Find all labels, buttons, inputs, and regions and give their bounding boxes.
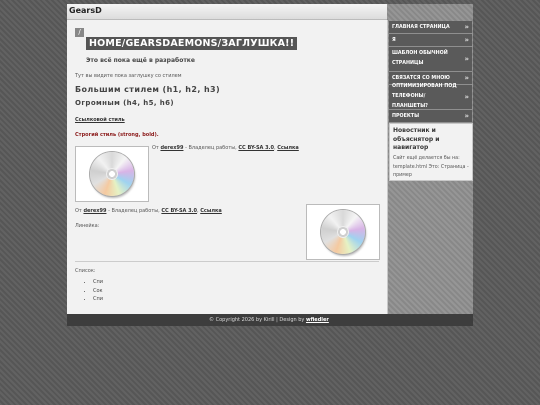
footer: © Copyright 2026 by Kirill | Design by w… [67, 314, 473, 326]
image-credit-2: От derex99 - Владелец работы, CC BY-SA 3… [75, 208, 222, 214]
list-item: Спи [93, 278, 103, 287]
breadcrumb-icon[interactable]: / [75, 28, 84, 37]
credit-middle: - Владелец работы, [185, 145, 237, 151]
cd-image-2[interactable] [306, 204, 380, 260]
cd-disc-icon [321, 210, 365, 254]
menu-item-projects[interactable]: ПРОЕКТЫ » [389, 110, 472, 123]
credit-prefix: От [152, 145, 159, 151]
credit-prefix: От [75, 208, 82, 214]
double-chevron-right-icon: » [464, 74, 468, 82]
sidebar-box-title: Новостник и объяснятор и навигатор [393, 127, 440, 151]
menu-item-label: ШАБЛОН ОБЫЧНОЙ СТРАНИЦЫ [392, 51, 448, 66]
link-style-sample[interactable]: Ссылковой стиль [75, 117, 125, 123]
header: GearsD [67, 4, 387, 20]
footer-text-wrap: © Copyright 2026 by Kirill | Design by w… [209, 314, 329, 326]
page-subtitle: Это всё пока ещё в разработке [86, 57, 195, 64]
cd-image-1[interactable] [75, 146, 149, 202]
credit-separator: , [274, 145, 276, 151]
site-title[interactable]: GearsD [69, 6, 102, 15]
menu-item-label: ОПТИМИЗИРОВАН ПОД ТЕЛЕФОНЫ/ПЛАНШЕТЫ? [392, 84, 457, 109]
list-item: Сок [93, 287, 103, 296]
credit-license-link[interactable]: CC BY-SA 3.0 [238, 145, 274, 151]
cd-disc-icon [90, 152, 134, 196]
menu-item-label: Я [392, 37, 396, 43]
menu-item-label: ГЛАВНАЯ СТРАНИЦА [392, 24, 450, 30]
sidebar-info-box: Новостник и объяснятор и навигатор Сайт … [389, 123, 473, 181]
menu-item-label: ПРОЕКТЫ [392, 113, 420, 119]
sidebar-box-text: Сайт ещё делается бы на: template.html Э… [393, 156, 469, 178]
list-item: Спи [93, 295, 103, 304]
credit-middle: - Владелец работы, [108, 208, 160, 214]
menu-item-mobile[interactable]: ОПТИМИЗИРОВАН ПОД ТЕЛЕФОНЫ/ПЛАНШЕТЫ? » [389, 84, 472, 110]
double-chevron-right-icon: » [464, 55, 468, 63]
heading-medium: Огромным (h4, h5, h6) [75, 99, 175, 107]
line-label: Линейка: [75, 223, 100, 229]
menu-item-home[interactable]: ГЛАВНАЯ СТРАНИЦА » [389, 21, 472, 34]
menu-item-me[interactable]: Я » [389, 34, 472, 47]
strong-style-sample: Строгий стиль (strong, bold). [75, 132, 159, 138]
menu-item-template-page[interactable]: ШАБЛОН ОБЫЧНОЙ СТРАНИЦЫ » [389, 47, 472, 72]
footer-designer-link[interactable]: wfiedler [306, 317, 329, 323]
horizontal-rule [75, 261, 379, 262]
image-credit-1: От derex99 - Владелец работы, CC BY-SA 3… [152, 145, 299, 151]
sidebar-menu: ГЛАВНАЯ СТРАНИЦА » Я » ШАБЛОН ОБЫЧНОЙ СТ… [389, 21, 472, 123]
bullet-list: Спи Сок Спи [81, 278, 103, 304]
credit-author-link[interactable]: derex99 [160, 145, 183, 151]
page-title: HOME/GEARSDAEMONS/ЗАГЛУШКА!! [86, 37, 298, 50]
credit-source-link[interactable]: Ссылка [200, 208, 222, 214]
credit-source-link[interactable]: Ссылка [277, 145, 299, 151]
double-chevron-right-icon: » [464, 36, 468, 44]
credit-author-link[interactable]: derex99 [83, 208, 106, 214]
menu-item-label: СВЯЗАТСЯ СО МНОЮ [392, 75, 450, 81]
double-chevron-right-icon: » [464, 23, 468, 31]
intro-text: Тут вы видите пока заглушку со стилем [75, 73, 182, 79]
main-content: / HOME/GEARSDAEMONS/ЗАГЛУШКА!! Это всё п… [67, 20, 388, 314]
credit-license-link[interactable]: CC BY-SA 3.0 [161, 208, 197, 214]
credit-separator: , [197, 208, 199, 214]
page-wrapper: GearsD / HOME/GEARSDAEMONS/ЗАГЛУШКА!! Эт… [67, 4, 473, 326]
double-chevron-right-icon: » [464, 93, 468, 101]
heading-big: Большим стилем (h1, h2, h3) [75, 85, 221, 94]
list-label: Список: [75, 268, 96, 274]
double-chevron-right-icon: » [464, 112, 468, 120]
footer-copyright: © Copyright 2026 by Kirill | Design by [209, 317, 305, 323]
